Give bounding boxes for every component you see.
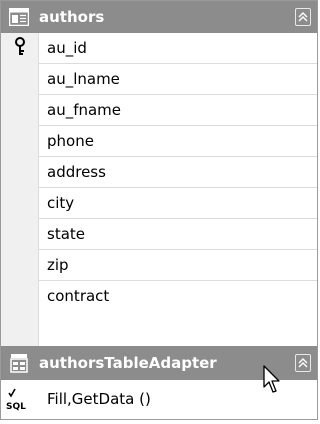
method-label: Fill,GetData () xyxy=(47,390,151,408)
column-row[interactable]: contract xyxy=(39,281,317,312)
table-icon xyxy=(9,8,29,26)
table-title: authors xyxy=(39,8,105,26)
column-row[interactable]: zip xyxy=(39,250,317,281)
collapse-adapter-button[interactable] xyxy=(295,354,311,372)
column-row[interactable]: au_lname xyxy=(39,64,317,95)
chevron-up-icon xyxy=(298,12,308,22)
column-row[interactable]: state xyxy=(39,219,317,250)
column-gutter xyxy=(1,33,39,346)
table-header[interactable]: authors xyxy=(1,1,317,33)
column-row[interactable]: address xyxy=(39,157,317,188)
mouse-cursor-icon xyxy=(263,365,280,393)
column-label: state xyxy=(47,225,85,243)
column-label: au_lname xyxy=(47,70,120,88)
primary-key-icon xyxy=(15,37,25,55)
column-label: contract xyxy=(47,287,110,305)
column-list: au_id au_lname au_fname phone address ci… xyxy=(39,33,317,312)
collapse-table-button[interactable] xyxy=(295,8,311,26)
column-label: address xyxy=(47,163,106,181)
adapter-title: authorsTableAdapter xyxy=(39,354,217,372)
column-label: city xyxy=(47,194,75,212)
column-row[interactable]: city xyxy=(39,188,317,219)
column-label: phone xyxy=(47,132,94,150)
chevron-up-icon xyxy=(298,358,308,368)
column-row[interactable]: phone xyxy=(39,126,317,157)
column-label: au_fname xyxy=(47,101,122,119)
column-row[interactable]: au_fname xyxy=(39,95,317,126)
sql-query-icon: SQL xyxy=(6,388,26,412)
column-label: zip xyxy=(47,256,69,274)
dataset-designer-card: authors au_id au_lname au_fname phone ad… xyxy=(0,0,318,420)
table-adapter-icon xyxy=(10,354,28,373)
column-label: au_id xyxy=(47,39,87,57)
column-row[interactable]: au_id xyxy=(39,33,317,64)
svg-text:SQL: SQL xyxy=(6,402,26,412)
